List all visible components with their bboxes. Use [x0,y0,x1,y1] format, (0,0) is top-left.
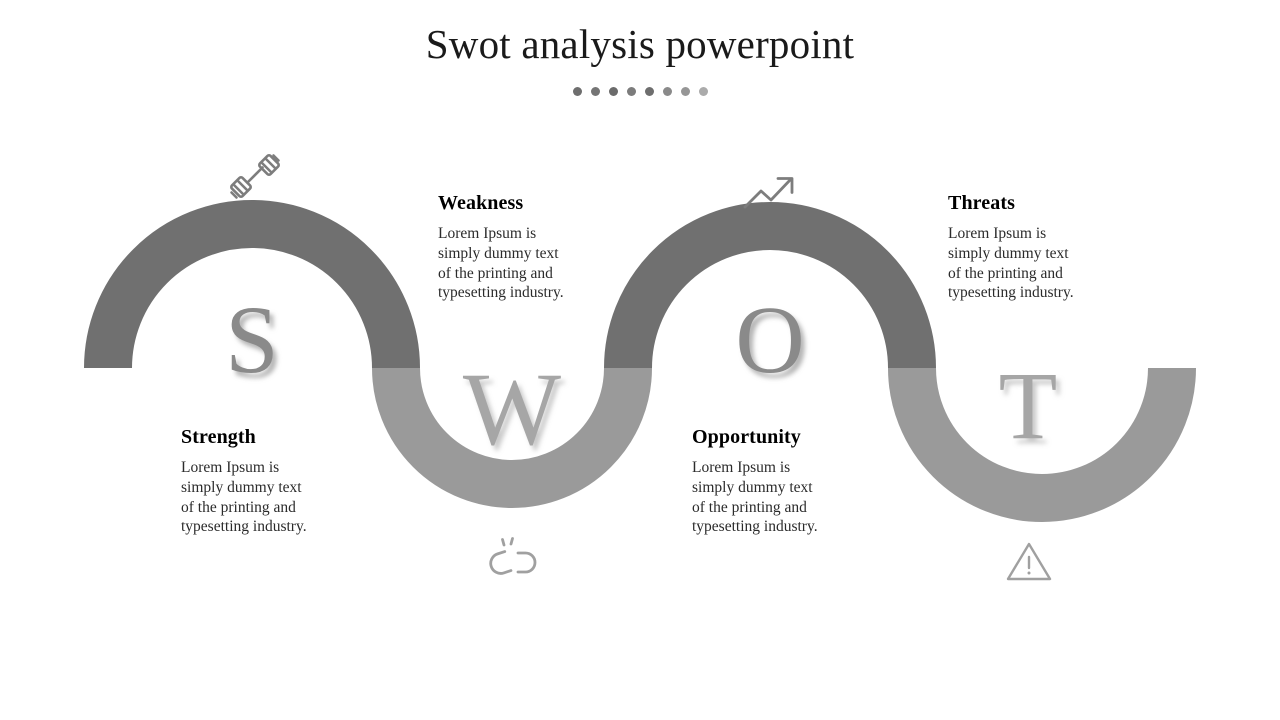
section-threats-heading: Threats [948,192,1015,214]
warning-triangle-icon [1006,542,1052,581]
section-weakness-heading: Weakness [438,192,524,214]
section-strength: Strength Lorem Ipsum is simply dummy tex… [181,426,396,537]
divider-dot [680,87,690,96]
section-weakness: Weakness Lorem Ipsum is simply dummy tex… [438,192,653,303]
divider-dot [626,87,636,96]
section-threats: Threats Lorem Ipsum is simply dummy text… [948,192,1163,303]
wave-letter-t: T [998,352,1058,459]
section-opportunity: Opportunity Lorem Ipsum is simply dummy … [692,426,907,537]
section-strength-heading: Strength [181,426,256,448]
divider-dot [662,87,672,96]
dumbbell-icon [230,154,280,199]
section-threats-body: Lorem Ipsum is simply dummy text of the … [948,225,1074,302]
broken-link-icon [489,537,537,575]
wave-letter-s: S [225,286,279,393]
trending-up-arrow-icon [743,177,794,209]
title-dot-divider [0,87,1280,96]
page-title: Swot analysis powerpoint [425,21,855,67]
divider-dot [644,87,654,96]
divider-dot [698,87,708,96]
section-strength-body: Lorem Ipsum is simply dummy text of the … [181,459,307,536]
wave-letter-w: W [462,352,562,467]
divider-dot [608,87,618,96]
wave-letter-o: O [735,286,805,393]
section-weakness-body: Lorem Ipsum is simply dummy text of the … [438,225,564,302]
section-opportunity-heading: Opportunity [692,426,801,448]
section-opportunity-body: Lorem Ipsum is simply dummy text of the … [692,459,818,536]
swot-slide: Swot analysis powerpoint S W O T Strengt… [0,0,1280,720]
divider-dot [572,87,582,96]
divider-dot [590,87,600,96]
